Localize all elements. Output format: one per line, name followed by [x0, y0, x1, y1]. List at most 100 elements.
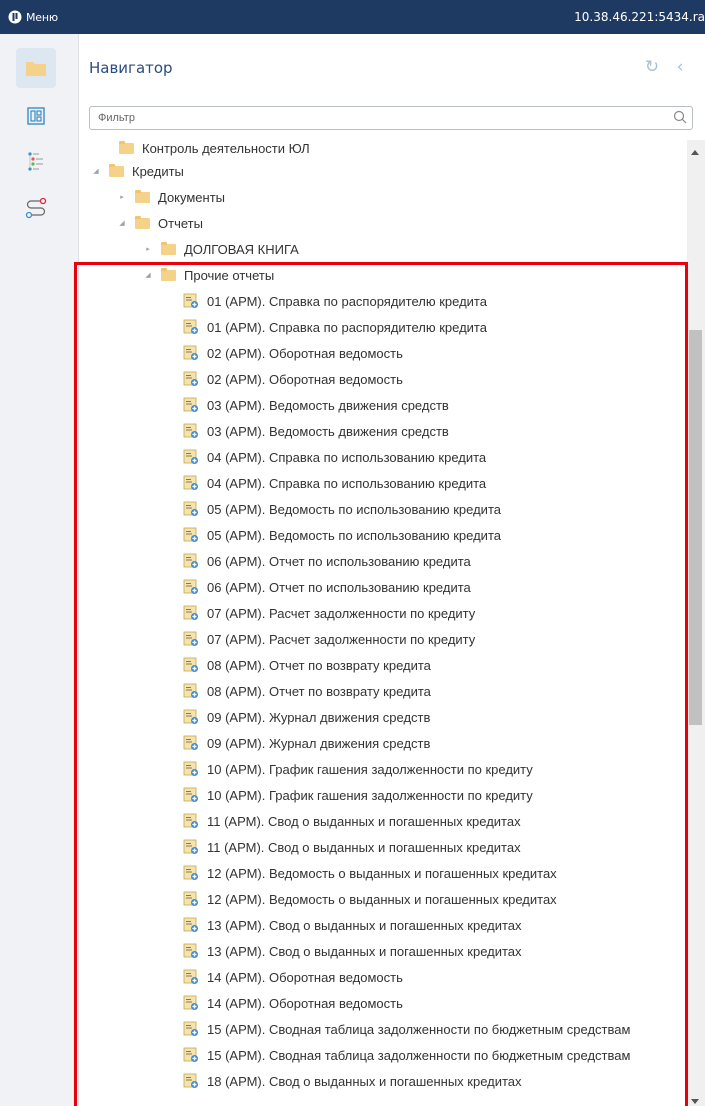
report-item[interactable]: 07 (АРМ). Расчет задолженности по кредит…: [183, 626, 475, 652]
navigator-panel: Навигатор ↻ ‹ Контроль деятельности ЮЛ ◢…: [79, 34, 705, 1106]
report-item[interactable]: 11 (АРМ). Свод о выданных и погашенных к…: [183, 808, 521, 834]
report-item-label: 04 (АРМ). Справка по использованию креди…: [207, 449, 487, 465]
report-item[interactable]: 05 (АРМ). Ведомость по использованию кре…: [183, 522, 501, 548]
report-item[interactable]: 04 (АРМ). Справка по использованию креди…: [183, 444, 486, 470]
report-icon: [183, 943, 198, 958]
report-item[interactable]: 18 (АРМ). Свод о выданных и погашенных к…: [183, 1068, 522, 1094]
menu-button[interactable]: Меню: [8, 7, 58, 27]
top-bar: Меню 10.38.46.221:5434.ra: [0, 0, 705, 34]
report-icon: [183, 475, 198, 490]
report-item[interactable]: 02 (АРМ). Оборотная ведомость: [183, 366, 403, 392]
search-icon[interactable]: [673, 110, 687, 124]
report-item[interactable]: 09 (АРМ). Журнал движения средств: [183, 730, 430, 756]
report-icon: [183, 501, 198, 516]
report-icon: [183, 579, 198, 594]
tree-item-other-reports[interactable]: ◢ Прочие отчеты: [143, 262, 274, 288]
tree-item-label: Кредиты: [132, 163, 184, 179]
tree-icon: [28, 152, 43, 171]
scroll-down-arrow-icon[interactable]: [691, 1099, 699, 1104]
tree-item-label: Отчеты: [158, 215, 203, 231]
route-icon: [25, 197, 47, 219]
report-item[interactable]: 12 (АРМ). Ведомость о выданных и погашен…: [183, 886, 557, 912]
report-item-label: 12 (АРМ). Ведомость о выданных и погашен…: [207, 891, 557, 907]
report-item[interactable]: 15 (АРМ). Сводная таблица задолженности …: [183, 1042, 630, 1068]
vertical-scrollbar[interactable]: [687, 140, 705, 1106]
report-item[interactable]: 01 (АРМ). Справка по распорядителю креди…: [183, 314, 487, 340]
refresh-icon[interactable]: ↻: [643, 57, 661, 77]
scrollbar-thumb[interactable]: [689, 330, 702, 725]
report-item[interactable]: 14 (АРМ). Оборотная ведомость: [183, 990, 403, 1016]
report-item[interactable]: 14 (АРМ). Оборотная ведомость: [183, 964, 403, 990]
report-item[interactable]: 13 (АРМ). Свод о выданных и погашенных к…: [183, 938, 522, 964]
folder-icon: [109, 163, 124, 177]
report-item[interactable]: 03 (АРМ). Ведомость движения средств: [183, 418, 449, 444]
tree-item-label: Прочие отчеты: [184, 267, 275, 283]
report-item[interactable]: 13 (АРМ). Свод о выданных и погашенных к…: [183, 912, 522, 938]
tree-item-debt-book[interactable]: ▸ ДОЛГОВАЯ КНИГА: [143, 236, 299, 262]
report-icon: [183, 1021, 198, 1036]
left-rail: [0, 34, 79, 1106]
collapsed-toggle-icon[interactable]: ▸: [143, 245, 153, 253]
report-item[interactable]: 06 (АРМ). Отчет по использованию кредита: [183, 574, 471, 600]
report-item[interactable]: 10 (АРМ). График гашения задолженности п…: [183, 756, 533, 782]
chevron-left-icon[interactable]: ‹: [671, 57, 689, 77]
rail-navigator-button[interactable]: [16, 48, 56, 88]
report-item-label: 11 (АРМ). Свод о выданных и погашенных к…: [207, 839, 521, 855]
report-item[interactable]: 12 (АРМ). Ведомость о выданных и погашен…: [183, 860, 557, 886]
report-icon: [183, 813, 198, 828]
report-item-label: 18 (АРМ). Свод о выданных и погашенных к…: [207, 1073, 522, 1089]
report-item[interactable]: 15 (АРМ). Сводная таблица задолженности …: [183, 1016, 630, 1042]
tree-item-reports[interactable]: ◢ Отчеты: [117, 210, 203, 236]
report-item-label: 14 (АРМ). Оборотная ведомость: [207, 969, 403, 985]
report-icon: [183, 449, 198, 464]
tree-item-credits[interactable]: ◢ Кредиты: [91, 158, 184, 184]
report-item[interactable]: 04 (АРМ). Справка по использованию креди…: [183, 470, 486, 496]
rail-tree-button[interactable]: [16, 142, 56, 182]
filter-input[interactable]: [98, 110, 658, 126]
server-address: 10.38.46.221:5434.ra: [574, 10, 705, 24]
report-item-label: 10 (АРМ). График гашения задолженности п…: [207, 787, 533, 803]
rail-route-button[interactable]: [16, 188, 56, 228]
report-icon: [183, 865, 198, 880]
report-item-label: 02 (АРМ). Оборотная ведомость: [207, 345, 403, 361]
report-item[interactable]: 09 (АРМ). Журнал движения средств: [183, 704, 430, 730]
tree-item-documents[interactable]: ▸ Документы: [117, 184, 225, 210]
report-item[interactable]: 08 (АРМ). Отчет по возврату кредита: [183, 652, 431, 678]
report-icon: [183, 371, 198, 386]
folder-icon: [135, 215, 150, 229]
report-item[interactable]: 10 (АРМ). График гашения задолженности п…: [183, 782, 533, 808]
report-item[interactable]: 02 (АРМ). Оборотная ведомость: [183, 340, 403, 366]
report-item-label: 06 (АРМ). Отчет по использованию кредита: [207, 553, 471, 569]
folder-icon: [161, 267, 176, 281]
report-item-label: 01 (АРМ). Справка по распорядителю креди…: [207, 293, 487, 309]
report-item[interactable]: 03 (АРМ). Ведомость движения средств: [183, 392, 449, 418]
navigator-tree: Контроль деятельности ЮЛ ◢ Кредиты ▸ Док…: [79, 140, 687, 1106]
report-icon: [183, 397, 198, 412]
tree-item-label: Документы: [158, 189, 226, 205]
report-item-label: 13 (АРМ). Свод о выданных и погашенных к…: [207, 943, 522, 959]
report-item[interactable]: 05 (АРМ). Ведомость по использованию кре…: [183, 496, 501, 522]
report-icon: [183, 293, 198, 308]
report-item-label: 02 (АРМ). Оборотная ведомость: [207, 371, 403, 387]
scroll-up-arrow-icon[interactable]: [691, 150, 699, 155]
menu-label: Меню: [26, 10, 58, 24]
expanded-toggle-icon[interactable]: ◢: [91, 167, 101, 175]
report-item-label: 14 (АРМ). Оборотная ведомость: [207, 995, 403, 1011]
report-item-label: 09 (АРМ). Журнал движения средств: [207, 735, 431, 751]
expanded-toggle-icon[interactable]: ◢: [117, 219, 127, 227]
collapsed-toggle-icon[interactable]: ▸: [117, 193, 127, 201]
filter-field[interactable]: [89, 106, 693, 130]
report-item[interactable]: 08 (АРМ). Отчет по возврату кредита: [183, 678, 431, 704]
report-item[interactable]: 11 (АРМ). Свод о выданных и погашенных к…: [183, 834, 521, 860]
report-item[interactable]: 01 (АРМ). Справка по распорядителю креди…: [183, 288, 487, 314]
rail-layout-button[interactable]: [16, 96, 56, 136]
report-icon: [183, 1047, 198, 1062]
report-icon: [183, 527, 198, 542]
report-icon: [183, 683, 198, 698]
report-item[interactable]: 06 (АРМ). Отчет по использованию кредита: [183, 548, 471, 574]
report-item[interactable]: 07 (АРМ). Расчет задолженности по кредит…: [183, 600, 475, 626]
report-item-label: 07 (АРМ). Расчет задолженности по кредит…: [207, 631, 476, 647]
expanded-toggle-icon[interactable]: ◢: [143, 271, 153, 279]
report-item-label: 12 (АРМ). Ведомость о выданных и погашен…: [207, 865, 557, 881]
report-icon: [183, 1073, 198, 1088]
